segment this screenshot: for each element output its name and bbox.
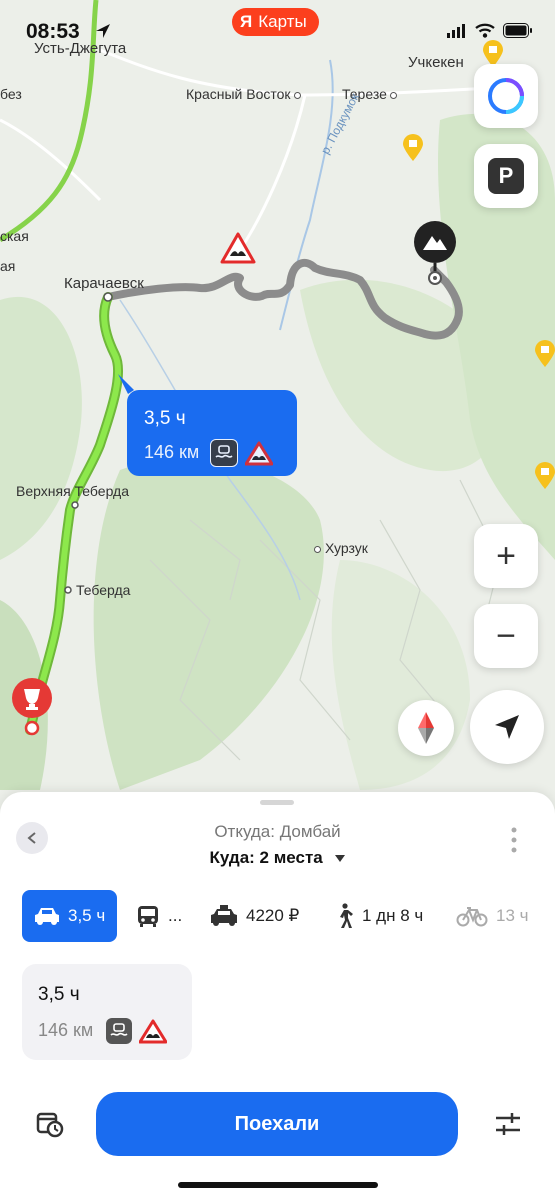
alice-icon xyxy=(488,78,524,114)
road-hazard-icon xyxy=(244,441,274,465)
more-options-icon[interactable] xyxy=(510,826,518,854)
poi-pin-icon[interactable] xyxy=(534,462,555,490)
bus-icon xyxy=(138,906,158,927)
place-karachaevsk: Карачаевск xyxy=(64,275,144,292)
card-distance: 146 км xyxy=(38,1018,168,1044)
route-from[interactable]: Откуда: Домбай xyxy=(0,822,555,842)
place-partial-1: без xyxy=(0,86,22,102)
wifi-icon xyxy=(475,23,495,38)
location-arrow-icon xyxy=(96,24,110,38)
route-sheet: Откуда: Домбай Куда: 2 места 3,5 ч ... 4… xyxy=(0,792,555,1200)
bike-icon xyxy=(456,907,488,927)
car-icon xyxy=(35,908,59,925)
start-trophy-icon[interactable] xyxy=(8,676,58,740)
road-hazard-icon[interactable] xyxy=(220,232,256,264)
route-settings-icon[interactable] xyxy=(494,1110,522,1138)
parking-icon: P xyxy=(488,158,524,194)
mode-bike[interactable]: 13 ч xyxy=(456,890,529,942)
route-to[interactable]: Куда: 2 места xyxy=(0,848,555,868)
place-partial-2: ская xyxy=(0,228,29,244)
transport-modes: 3,5 ч ... 4220 ₽ 1 дн 8 ч 13 ч xyxy=(22,890,555,942)
zoom-out-button[interactable]: − xyxy=(474,604,538,668)
place-verkhnyaya-teberda: Верхняя Теберда xyxy=(16,483,129,499)
ferry-icon xyxy=(210,439,239,467)
mode-bus[interactable]: ... xyxy=(136,890,182,942)
mode-walk[interactable]: 1 дн 8 ч xyxy=(334,890,423,942)
route-summary-bubble[interactable]: 3,5 ч 146 км xyxy=(127,390,297,476)
mode-taxi[interactable]: 4220 ₽ xyxy=(210,890,299,942)
alice-button[interactable] xyxy=(474,64,538,128)
walk-icon xyxy=(340,903,353,928)
departure-time-icon[interactable] xyxy=(36,1110,64,1138)
place-krasny-vostok: Красный Восток xyxy=(186,86,301,102)
place-partial-3: ая xyxy=(0,258,16,274)
compass-icon xyxy=(418,712,434,744)
sheet-grabber[interactable] xyxy=(260,800,294,805)
home-indicator xyxy=(178,1182,378,1188)
my-location-button[interactable] xyxy=(470,690,544,764)
road-hazard-icon xyxy=(138,1019,168,1043)
poi-pin-icon[interactable] xyxy=(402,134,424,162)
battery-icon xyxy=(503,23,532,38)
compass-button[interactable] xyxy=(398,700,454,756)
status-bar: 08:53 Я Карты xyxy=(0,0,555,60)
ferry-icon xyxy=(106,1018,133,1044)
status-time: 08:53 xyxy=(26,20,80,43)
bubble-distance: 146 км xyxy=(144,439,274,467)
card-time: 3,5 ч xyxy=(38,984,80,1005)
route-option-card[interactable]: 3,5 ч 146 км xyxy=(22,964,192,1060)
go-button[interactable]: Поехали xyxy=(96,1092,458,1156)
poi-pin-icon[interactable] xyxy=(534,340,555,368)
place-teberda: Теберда xyxy=(76,582,131,598)
place-khurzuk: Хурзук xyxy=(314,540,368,556)
signal-icon xyxy=(447,23,465,38)
mode-car[interactable]: 3,5 ч xyxy=(22,890,118,942)
mountain-destination-icon[interactable] xyxy=(412,220,458,288)
app-brand: Я Карты xyxy=(232,8,319,36)
zoom-in-button[interactable]: + xyxy=(474,524,538,588)
navigation-arrow-icon xyxy=(495,715,519,739)
dropdown-triangle-icon xyxy=(334,855,345,862)
bubble-time: 3,5 ч xyxy=(144,408,186,429)
taxi-icon xyxy=(211,905,237,926)
parking-button[interactable]: P xyxy=(474,144,538,208)
